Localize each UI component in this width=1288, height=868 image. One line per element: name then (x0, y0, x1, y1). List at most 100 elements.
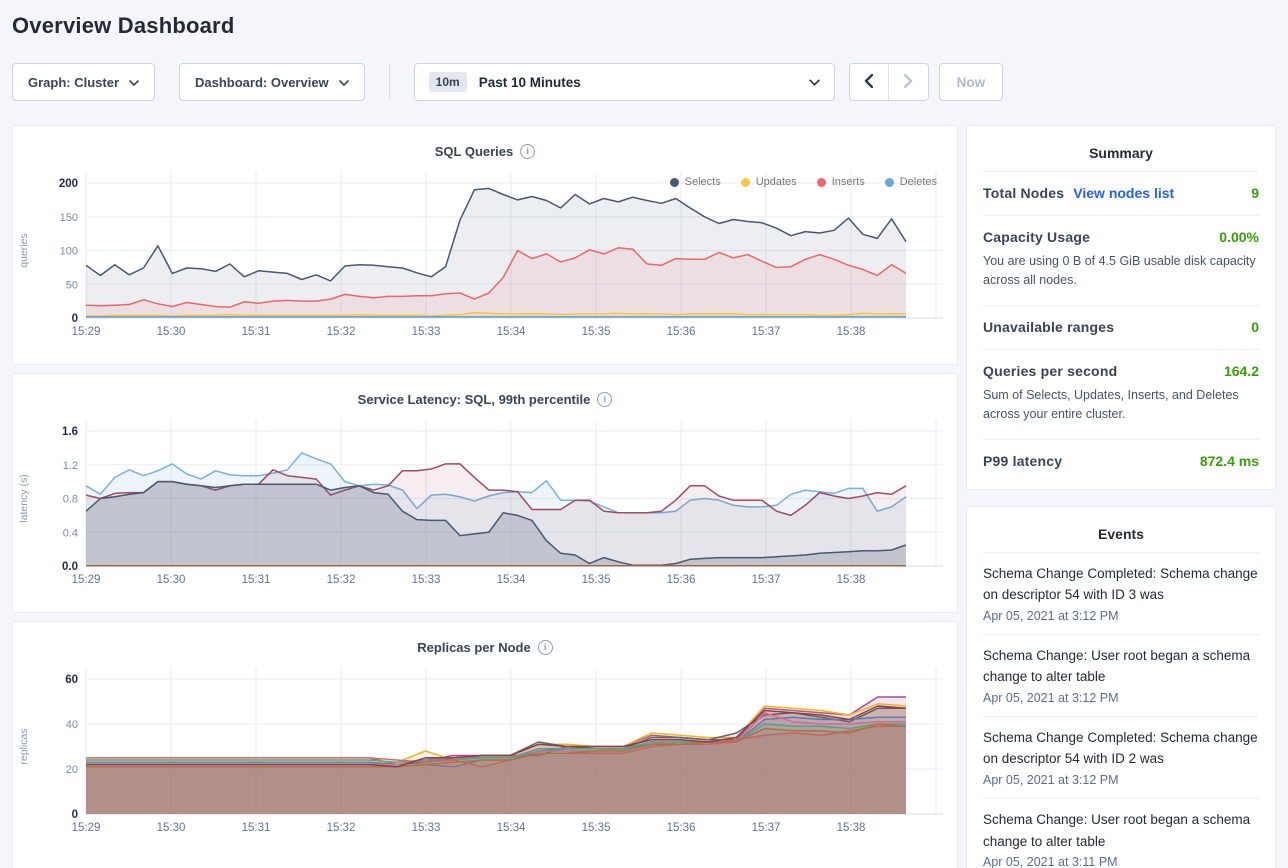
legend-dot (817, 178, 826, 187)
summary-note: Sum of Selects, Updates, Inserts, and De… (983, 386, 1259, 425)
svg-text:15:31: 15:31 (242, 574, 271, 586)
svg-text:0: 0 (72, 313, 78, 325)
svg-text:15:36: 15:36 (667, 822, 696, 834)
svg-text:15:34: 15:34 (497, 574, 526, 586)
summary-label: Total Nodes (983, 185, 1064, 201)
info-icon[interactable]: i (597, 392, 612, 407)
svg-text:replicas: replicas (18, 728, 30, 764)
view-nodes-list-link[interactable]: View nodes list (1073, 185, 1174, 201)
svg-text:15:36: 15:36 (667, 574, 696, 586)
svg-text:15:37: 15:37 (752, 574, 781, 586)
svg-text:15:37: 15:37 (752, 326, 781, 338)
graph-dropdown-label: Graph: Cluster (28, 75, 119, 90)
event-item[interactable]: Schema Change: User root began a schema … (983, 798, 1259, 868)
svg-text:50: 50 (66, 279, 78, 291)
overview-dashboard-page: Overview Dashboard Graph: Cluster Dashbo… (0, 0, 1288, 868)
summary-row-p99-latency: P99 latency 872.4 ms (983, 439, 1259, 483)
page-title: Overview Dashboard (12, 0, 1276, 39)
summary-label: Capacity Usage (983, 229, 1090, 245)
legend-dot (670, 178, 679, 187)
svg-text:1.6: 1.6 (62, 426, 78, 438)
time-range-picker[interactable]: 10m Past 10 Minutes (414, 63, 835, 101)
toolbar-divider (389, 65, 390, 99)
event-timestamp: Apr 05, 2021 at 3:12 PM (983, 609, 1259, 623)
sql-queries-chart[interactable]: 15:2915:3015:3115:3215:3315:3415:3515:36… (13, 161, 957, 351)
svg-text:60: 60 (65, 674, 78, 686)
previous-interval-button[interactable] (850, 64, 889, 100)
summary-row-total-nodes: Total Nodes View nodes list 9 (983, 171, 1259, 215)
summary-value: 0.00% (1219, 229, 1259, 245)
event-timestamp: Apr 05, 2021 at 3:11 PM (983, 855, 1259, 868)
time-range-badge: 10m (429, 72, 467, 92)
info-icon[interactable]: i (520, 144, 535, 159)
svg-text:0.4: 0.4 (63, 527, 78, 539)
summary-panel: Summary Total Nodes View nodes list 9 Ca… (966, 125, 1276, 490)
legend-item-inserts[interactable]: Inserts (817, 176, 865, 188)
svg-text:15:38: 15:38 (837, 822, 866, 834)
svg-text:15:33: 15:33 (412, 822, 441, 834)
summary-title: Summary (983, 126, 1259, 171)
svg-text:15:31: 15:31 (242, 822, 271, 834)
time-step-buttons (849, 63, 929, 101)
svg-text:15:37: 15:37 (752, 822, 781, 834)
summary-label: Queries per second (983, 363, 1117, 379)
events-panel: Events Schema Change Completed: Schema c… (966, 506, 1276, 868)
legend-item-updates[interactable]: Updates (741, 176, 797, 188)
event-item[interactable]: Schema Change Completed: Schema change o… (983, 716, 1259, 798)
summary-value: 9 (1251, 185, 1259, 201)
svg-text:15:32: 15:32 (327, 326, 356, 338)
service-latency-chart[interactable]: 15:2915:3015:3115:3215:3315:3415:3515:36… (13, 409, 957, 599)
chevron-down-icon (129, 80, 139, 86)
svg-text:15:30: 15:30 (157, 822, 186, 834)
event-item[interactable]: Schema Change Completed: Schema change o… (983, 552, 1259, 634)
summary-row-queries-per-second: Queries per second 164.2 Sum of Selects,… (983, 349, 1259, 439)
chart-title: Replicas per Node (417, 640, 530, 655)
legend-item-selects[interactable]: Selects (670, 176, 721, 188)
summary-value: 872.4 ms (1200, 453, 1259, 469)
service-latency-chart-panel: Service Latency: SQL, 99th percentile i … (12, 373, 958, 613)
now-button[interactable]: Now (939, 63, 1004, 101)
svg-text:100: 100 (60, 246, 78, 258)
summary-value: 164.2 (1224, 363, 1259, 379)
svg-text:15:30: 15:30 (157, 574, 186, 586)
svg-text:1.2: 1.2 (63, 460, 78, 472)
chevron-right-icon (904, 74, 913, 91)
svg-text:15:35: 15:35 (582, 326, 611, 338)
svg-text:15:35: 15:35 (582, 822, 611, 834)
summary-row-capacity-usage: Capacity Usage 0.00% You are using 0 B o… (983, 215, 1259, 305)
event-text: Schema Change Completed: Schema change o… (983, 727, 1259, 770)
event-item[interactable]: Schema Change: User root began a schema … (983, 634, 1259, 716)
svg-text:0.8: 0.8 (63, 494, 78, 506)
svg-text:200: 200 (59, 178, 78, 190)
svg-text:0.0: 0.0 (62, 561, 78, 573)
svg-text:15:34: 15:34 (497, 326, 526, 338)
dashboard-content: SQL Queries i Selects Updates Inserts (12, 125, 1276, 868)
sql-queries-chart-panel: SQL Queries i Selects Updates Inserts (12, 125, 958, 365)
replicas-per-node-chart[interactable]: 15:2915:3015:3115:3215:3315:3415:3515:36… (13, 657, 957, 847)
chevron-left-icon (864, 74, 873, 91)
svg-text:15:30: 15:30 (157, 326, 186, 338)
summary-note: You are using 0 B of 4.5 GiB usable disk… (983, 252, 1259, 291)
next-interval-button[interactable] (889, 64, 928, 100)
svg-text:latency (s): latency (s) (18, 474, 30, 522)
side-column: Summary Total Nodes View nodes list 9 Ca… (966, 125, 1276, 868)
event-text: Schema Change: User root began a schema … (983, 809, 1259, 852)
svg-text:15:38: 15:38 (837, 326, 866, 338)
graph-dropdown[interactable]: Graph: Cluster (12, 63, 155, 101)
event-timestamp: Apr 05, 2021 at 3:12 PM (983, 691, 1259, 705)
dashboard-dropdown[interactable]: Dashboard: Overview (179, 63, 365, 101)
chart-title: SQL Queries (435, 144, 514, 159)
event-text: Schema Change Completed: Schema change o… (983, 563, 1259, 606)
svg-text:15:33: 15:33 (412, 574, 441, 586)
svg-text:15:29: 15:29 (72, 326, 101, 338)
time-range-label: Past 10 Minutes (479, 75, 581, 90)
svg-text:40: 40 (66, 719, 78, 731)
info-icon[interactable]: i (538, 640, 553, 655)
legend-item-deletes[interactable]: Deletes (885, 176, 937, 188)
svg-text:20: 20 (66, 764, 78, 776)
svg-text:15:29: 15:29 (72, 574, 101, 586)
svg-text:15:31: 15:31 (242, 326, 271, 338)
toolbar: Graph: Cluster Dashboard: Overview 10m P… (12, 63, 1276, 101)
svg-text:150: 150 (60, 212, 78, 224)
summary-row-unavailable-ranges: Unavailable ranges 0 (983, 305, 1259, 349)
